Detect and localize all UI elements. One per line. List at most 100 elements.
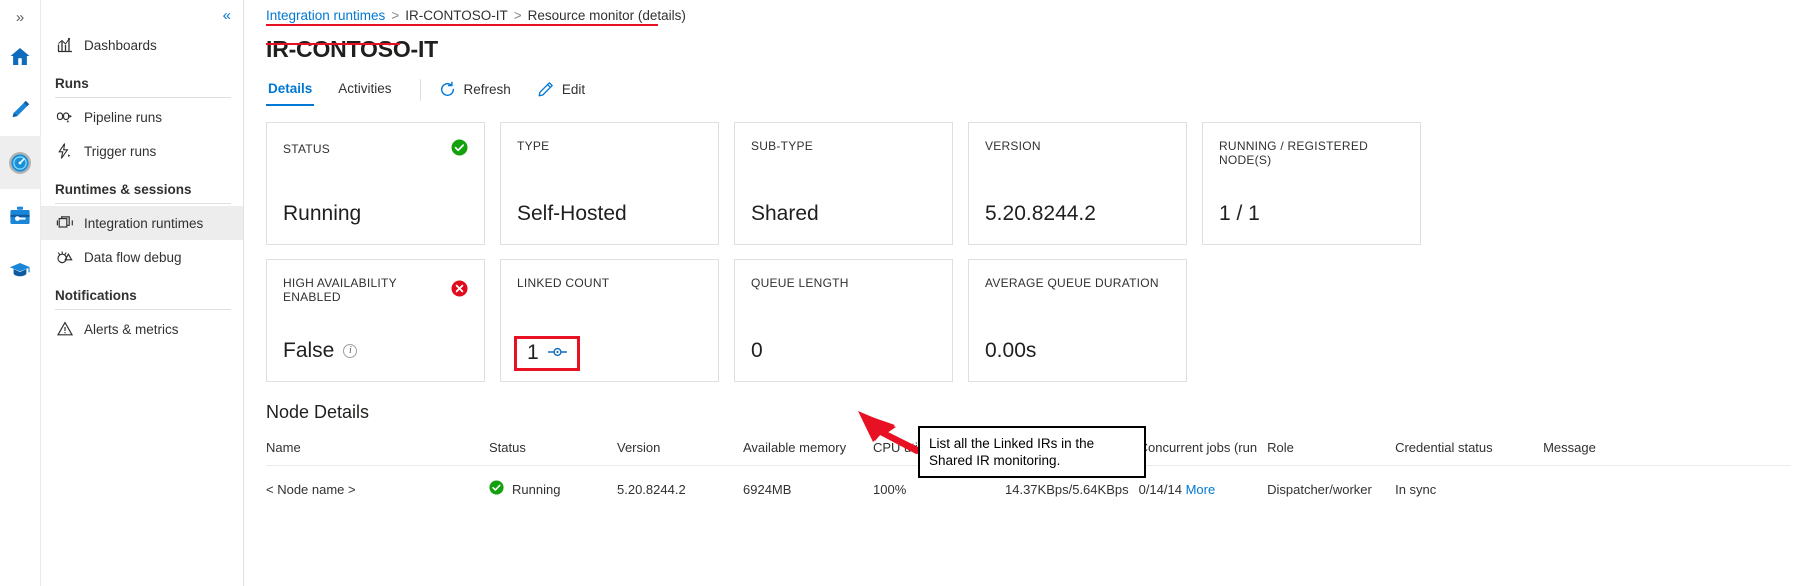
card-value: Running xyxy=(283,202,361,226)
left-icon-rail: » xyxy=(0,0,41,586)
learning-hat-icon xyxy=(8,257,32,281)
nav-divider xyxy=(55,97,231,98)
rail-item-learning-center[interactable] xyxy=(0,242,41,295)
card-value-text: 0 xyxy=(751,339,763,362)
rail-item-manage[interactable] xyxy=(0,189,41,242)
refresh-button[interactable]: Refresh xyxy=(439,81,511,98)
card-header: TYPE xyxy=(517,139,702,153)
cell-name: < Node name > xyxy=(266,481,356,497)
nav-item-alerts-metrics[interactable]: Alerts & metrics xyxy=(41,312,243,346)
card-type: TYPE Self-Hosted xyxy=(500,122,719,245)
rail-item-author[interactable] xyxy=(0,83,41,136)
card-header: SUB-TYPE xyxy=(751,139,936,153)
nav-item-label: Dashboards xyxy=(84,37,157,53)
tab-details[interactable]: Details xyxy=(266,77,315,106)
property-card-row-1: STATUS Running TYPE Self-Hosted SUB-TYPE… xyxy=(266,122,1796,245)
secondary-nav-pane: « Dashboards Runs Pipeline runs Trigger … xyxy=(41,0,244,586)
card-value-text: Shared xyxy=(751,202,819,225)
column-header-credential-status[interactable]: Credential status xyxy=(1395,440,1544,466)
page-title: IR-CONTOSO-IT xyxy=(266,36,439,62)
nav-item-label: Integration runtimes xyxy=(84,215,204,231)
cell-role: Dispatcher/worker xyxy=(1267,481,1372,497)
rail-expand-chevron[interactable]: » xyxy=(0,4,41,30)
property-cards-area: STATUS Running TYPE Self-Hosted SUB-TYPE… xyxy=(244,103,1796,382)
card-value-text: Running xyxy=(283,202,362,225)
annotation-arrow-icon xyxy=(858,411,924,454)
cell-message xyxy=(1543,466,1791,509)
nav-item-dashboards[interactable]: Dashboards xyxy=(41,28,243,62)
breadcrumb-item-ir-name[interactable]: IR-CONTOSO-IT xyxy=(405,8,508,23)
nav-item-label: Data flow debug xyxy=(84,249,182,265)
cell-version: 5.20.8244.2 xyxy=(617,481,686,497)
annotation-callout: List all the Linked IRs in the Shared IR… xyxy=(918,426,1146,478)
trigger-runs-icon xyxy=(55,142,74,161)
column-header-status[interactable]: Status xyxy=(489,440,617,466)
nav-group-title-runs: Runs xyxy=(55,76,89,91)
nav-item-label: Trigger runs xyxy=(84,143,157,159)
card-value-text: 0.00s xyxy=(985,339,1037,362)
card-high-availability-enabled: HIGH AVAILABILITY ENABLED False i xyxy=(266,259,485,382)
integration-runtime-icon xyxy=(55,214,74,233)
pipeline-runs-icon xyxy=(55,108,74,127)
card-value-linked-count-highlighted[interactable]: 1 xyxy=(514,336,580,371)
card-value: False i xyxy=(283,339,358,363)
manage-toolbox-icon xyxy=(8,204,32,228)
rail-item-home[interactable] xyxy=(0,30,41,83)
nav-item-pipeline-runs[interactable]: Pipeline runs xyxy=(41,100,243,134)
breadcrumb-item-resource-monitor[interactable]: Resource monitor (details) xyxy=(528,8,686,23)
card-linked-count: LINKED COUNT 1 xyxy=(500,259,719,382)
page-title-wrap: IR-CONTOSO-IT xyxy=(244,26,1796,63)
error-x-icon xyxy=(451,280,468,300)
info-icon[interactable]: i xyxy=(343,344,358,358)
card-header: AVERAGE QUEUE DURATION xyxy=(985,276,1170,290)
callout-line-1: List all the Linked IRs in the xyxy=(929,436,1095,451)
breadcrumb-item-integration-runtimes[interactable]: Integration runtimes xyxy=(266,8,385,23)
column-header-concurrent-jobs[interactable]: Concurrent jobs (run xyxy=(1138,440,1268,466)
breadcrumb-separator: > xyxy=(391,8,400,23)
card-title: TYPE xyxy=(517,139,550,153)
column-header-role[interactable]: Role xyxy=(1267,440,1396,466)
nav-divider xyxy=(55,203,231,204)
card-average-queue-duration: AVERAGE QUEUE DURATION 0.00s xyxy=(968,259,1187,382)
card-title: SUB-TYPE xyxy=(751,139,814,153)
nav-group-title-notifications: Notifications xyxy=(55,288,137,303)
card-title: QUEUE LENGTH xyxy=(751,276,849,290)
card-title: AVERAGE QUEUE DURATION xyxy=(985,276,1159,290)
column-header-message[interactable]: Message xyxy=(1543,440,1791,466)
concurrent-jobs-more-link[interactable]: More xyxy=(1186,482,1216,497)
card-value: 0.00s xyxy=(985,339,1036,363)
cell-available-memory: 6924MB xyxy=(743,481,792,497)
nav-item-data-flow-debug[interactable]: Data flow debug xyxy=(41,240,243,274)
card-value: Self-Hosted xyxy=(517,202,627,226)
nav-item-trigger-runs[interactable]: Trigger runs xyxy=(41,134,243,168)
tab-activities[interactable]: Activities xyxy=(336,77,393,102)
success-check-icon xyxy=(451,139,468,159)
edit-button[interactable]: Edit xyxy=(537,81,585,98)
card-title: STATUS xyxy=(283,142,331,156)
card-value-text: 1 / 1 xyxy=(1219,202,1260,225)
card-status: STATUS Running xyxy=(266,122,485,245)
nav-item-label: Alerts & metrics xyxy=(84,321,179,337)
callout-line-2: Shared IR monitoring. xyxy=(929,453,1061,468)
card-version: VERSION 5.20.8244.2 xyxy=(968,122,1187,245)
rail-item-monitor[interactable] xyxy=(0,136,41,189)
column-header-version[interactable]: Version xyxy=(617,440,743,466)
property-card-row-2: HIGH AVAILABILITY ENABLED False i LINKED… xyxy=(266,259,1796,382)
card-value-text: False xyxy=(283,339,335,362)
refresh-icon xyxy=(439,81,456,98)
nav-item-integration-runtimes[interactable]: Integration runtimes xyxy=(41,206,243,240)
card-value-text: 1 xyxy=(527,341,539,364)
nav-collapse-button[interactable]: « xyxy=(41,2,243,28)
card-header: RUNNING / REGISTERED NODE(S) xyxy=(1219,139,1404,167)
card-value: 0 xyxy=(751,339,763,363)
card-value: Shared xyxy=(751,202,819,226)
cell-concurrent-jobs-text: 0/14/14 xyxy=(1138,481,1182,497)
monitor-gauge-icon xyxy=(7,150,33,176)
card-queue-length: QUEUE LENGTH 0 xyxy=(734,259,953,382)
column-header-name[interactable]: Name xyxy=(266,440,489,466)
column-header-available-memory[interactable]: Available memory xyxy=(743,440,873,466)
main-content: Integration runtimes > IR-CONTOSO-IT > R… xyxy=(244,0,1796,586)
linked-ir-icon[interactable] xyxy=(547,341,567,365)
nav-group-title-runtimes-sessions: Runtimes & sessions xyxy=(55,182,192,197)
nav-item-label: Pipeline runs xyxy=(84,109,163,125)
